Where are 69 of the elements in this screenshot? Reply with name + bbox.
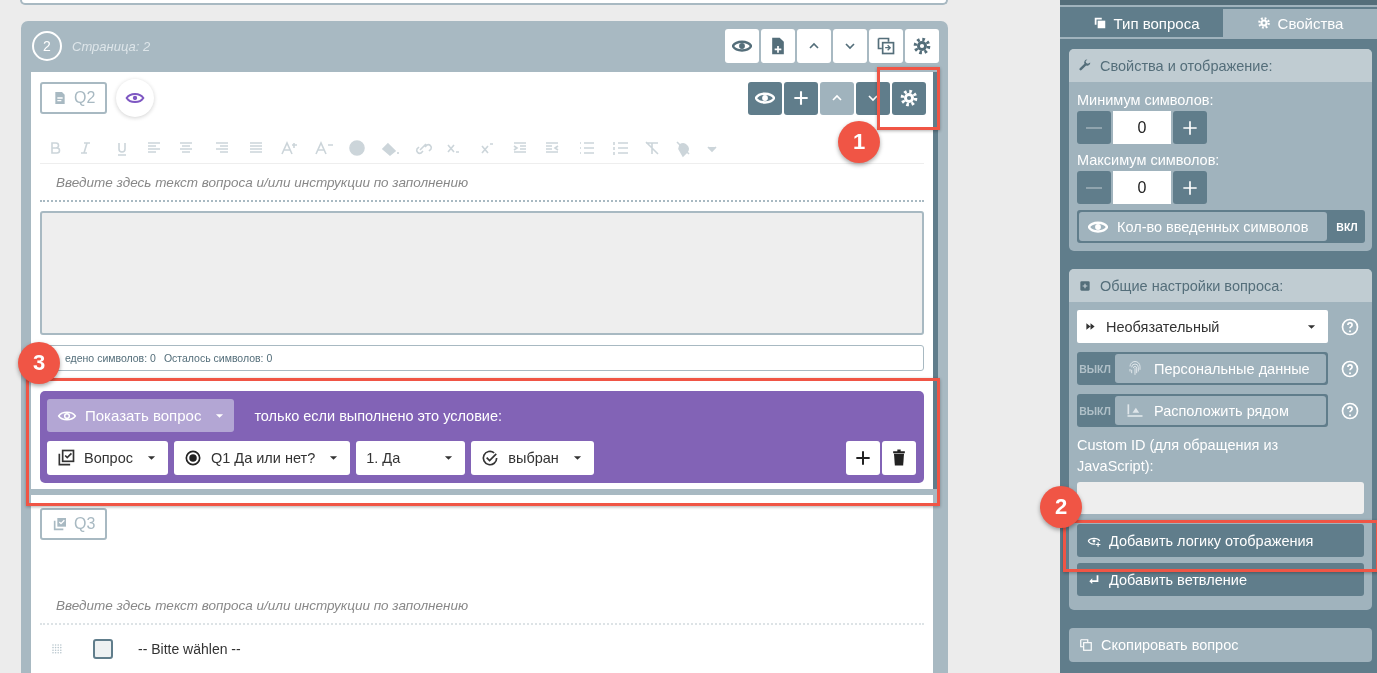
page-number: 2: [32, 31, 62, 61]
drag-handle-icon[interactable]: [52, 644, 62, 654]
question-text-placeholder[interactable]: Введите здесь текст вопроса и/или инструкции по заполнению: [40, 540, 924, 623]
caret-icon: [572, 455, 582, 461]
wrench-icon: [1078, 58, 1092, 73]
add-button[interactable]: [784, 81, 818, 115]
typed-count: едено символов: 0: [65, 352, 156, 364]
preview-button[interactable]: [748, 81, 782, 115]
field-label: Минимум символов:: [1077, 92, 1215, 108]
panel-title: Общие настройки вопроса:: [1100, 277, 1284, 294]
checklist-icon: [52, 516, 68, 532]
plus-icon: [853, 448, 873, 468]
preview-button[interactable]: [725, 29, 759, 63]
option-label[interactable]: -- Bitte wählen --: [138, 641, 241, 657]
condition-dropdown[interactable]: выбран: [471, 441, 594, 475]
question-badge: Q2: [40, 82, 108, 114]
number-field[interactable]: 0: [1113, 111, 1171, 144]
settings-icon: [899, 88, 919, 108]
remaining-count: Осталось символов: 0: [163, 352, 273, 364]
minus-icon: [1086, 186, 1102, 189]
add-logic-button[interactable]: Добавить логику отображения: [1077, 524, 1364, 557]
field-label: Максимум символов:: [1077, 152, 1221, 168]
checklist-icon: [56, 448, 76, 468]
plus-icon: [791, 88, 811, 108]
increment-button[interactable]: [1173, 111, 1207, 144]
source-dropdown[interactable]: Вопрос: [47, 441, 168, 475]
help-icon[interactable]: [1340, 400, 1360, 421]
move-down-button[interactable]: [856, 81, 890, 115]
caret-icon: [329, 455, 339, 461]
add-page-button[interactable]: [761, 29, 795, 63]
caret-icon: [215, 412, 225, 419]
question-badge: Q3: [40, 508, 108, 540]
custom-id-field[interactable]: [1077, 482, 1364, 514]
settings-icon: [912, 36, 932, 56]
plus-square-icon: [1078, 278, 1092, 293]
add-condition-button[interactable]: [846, 441, 880, 475]
delete-button[interactable]: [882, 441, 916, 475]
copy-icon: [1092, 16, 1107, 30]
caret-icon: [146, 455, 156, 461]
help-icon[interactable]: [1340, 358, 1360, 379]
settings-icon: [1256, 16, 1271, 30]
answer-dropdown[interactable]: 1. Да: [356, 441, 466, 475]
toggle-state[interactable]: ВЫКЛ: [1077, 394, 1113, 427]
option-checkbox[interactable]: [93, 639, 113, 659]
question-text-placeholder[interactable]: Введите здесь текст вопроса и/или инструкции по заполнению: [40, 164, 924, 200]
panel-title: Свойства и отображение:: [1100, 57, 1273, 74]
settings-button[interactable]: [905, 29, 939, 63]
question-dropdown[interactable]: Q1 Да или нет?: [173, 441, 351, 475]
caret-icon: [444, 455, 454, 461]
step-marker: 2: [1040, 486, 1082, 528]
increment-button[interactable]: [1173, 171, 1207, 204]
copy-icon: [876, 36, 896, 56]
help-icon[interactable]: [1340, 316, 1360, 337]
visibility-button[interactable]: [116, 79, 155, 117]
condition-text: только если выполнено это условие:: [254, 407, 503, 424]
fast-forward-icon: [1085, 321, 1096, 332]
required-dropdown[interactable]: Необязательный: [1077, 310, 1328, 343]
toggle-state[interactable]: ВЫКЛ: [1077, 352, 1113, 385]
highlight-frame: [877, 67, 940, 130]
minus-icon: [1086, 126, 1102, 129]
copy-button[interactable]: [869, 29, 903, 63]
caret-icon: [1307, 323, 1316, 330]
copy-icon: [1079, 638, 1093, 652]
settings-button[interactable]: [892, 81, 926, 115]
field-label: Custom ID (для обращения из JavaScript):: [1077, 436, 1280, 476]
toggle-state[interactable]: ВКЛ: [1329, 210, 1365, 243]
show-question-dropdown[interactable]: Показать вопрос: [47, 399, 235, 432]
document-icon: [52, 90, 68, 106]
number-field[interactable]: 0: [1113, 171, 1171, 204]
